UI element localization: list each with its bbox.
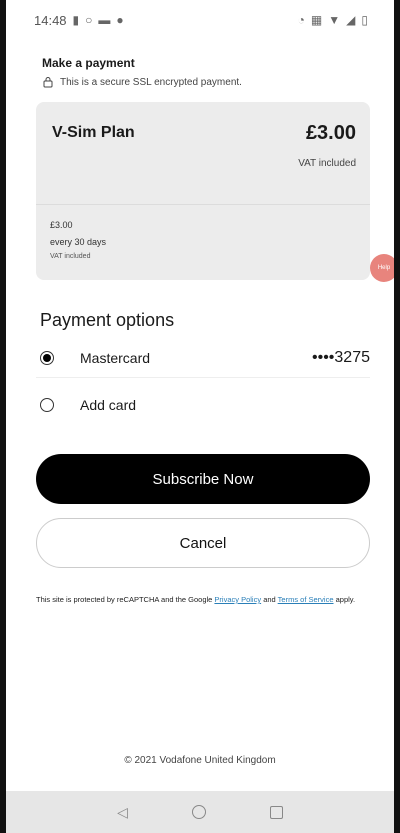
plan-vat-label: VAT included	[298, 158, 356, 169]
plan-detail-period: every 30 days	[50, 237, 107, 247]
plan-price: £3.00	[305, 122, 356, 144]
option-label: Mastercard	[80, 350, 151, 366]
plan-summary: V-Sim Plan £3.00 VAT included	[36, 102, 370, 204]
search-icon: ○	[85, 13, 93, 27]
lock-icon	[43, 77, 53, 88]
system-nav-bar: ◁	[6, 791, 394, 833]
vibrate-icon: ▦	[310, 13, 323, 27]
help-floating-button[interactable]: Help	[370, 254, 394, 282]
recents-icon[interactable]	[269, 805, 283, 819]
subscribe-now-button[interactable]: Subscribe Now	[36, 454, 370, 504]
secure-text: This is a secure SSL encrypted payment.	[60, 76, 242, 88]
home-icon[interactable]	[191, 805, 206, 819]
radio-selected-icon[interactable]	[40, 351, 54, 365]
message-icon: ▬	[98, 13, 111, 27]
payment-content: Make a payment This is a secure SSL encr…	[36, 48, 370, 605]
plan-detail-vat: VAT included	[50, 253, 91, 260]
page-title: Make a payment	[42, 56, 135, 70]
status-time: 14:48	[34, 12, 67, 28]
settings-icon: ●	[116, 13, 124, 27]
payment-option-mastercard[interactable]: Mastercard ••••3275	[36, 339, 370, 378]
phone-screen: 14:48 ▮ ○ ▬ ● ◔ ▦ ▼ ◢ ▯ Make a payment T…	[0, 0, 400, 833]
payment-options-title: Payment options	[40, 310, 175, 330]
status-bar: 14:48 ▮ ○ ▬ ● ◔ ▦ ▼ ◢ ▯	[6, 0, 394, 40]
recaptcha-notice: This site is protected by reCAPTCHA and …	[36, 594, 370, 605]
status-left: 14:48 ▮ ○ ▬ ●	[34, 13, 124, 28]
payment-option-add-card[interactable]: Add card	[36, 386, 370, 424]
plan-name: V-Sim Plan	[52, 124, 135, 141]
alarm-icon: ◔	[297, 13, 305, 27]
legal-prefix: This site is protected by reCAPTCHA and …	[36, 595, 215, 604]
plan-detail-price: £3.00	[50, 220, 73, 230]
back-icon[interactable]: ◁	[117, 805, 128, 819]
cancel-button[interactable]: Cancel	[36, 518, 370, 568]
wifi-icon: ▼	[328, 13, 341, 27]
plan-card: V-Sim Plan £3.00 VAT included £3.00 ever…	[36, 102, 370, 280]
copyright-text: © 2021 Vodafone United Kingdom	[124, 755, 276, 766]
option-label: Add card	[80, 397, 137, 413]
legal-suffix: apply.	[333, 595, 356, 604]
privacy-policy-link[interactable]: Privacy Policy	[214, 595, 261, 604]
terms-of-service-link[interactable]: Terms of Service	[278, 595, 334, 604]
signal-icon: ◢	[346, 13, 356, 27]
plan-details: £3.00 every 30 days VAT included	[36, 205, 370, 275]
legal-and: and	[261, 595, 278, 604]
battery-icon: ▯	[361, 13, 368, 27]
sim-icon: ▮	[72, 13, 80, 27]
radio-unselected-icon[interactable]	[40, 398, 54, 412]
status-right: ◔ ▦ ▼ ◢ ▯	[298, 14, 368, 26]
secure-notice: This is a secure SSL encrypted payment.	[42, 76, 370, 88]
card-masked-number: ••••3275	[312, 349, 370, 366]
